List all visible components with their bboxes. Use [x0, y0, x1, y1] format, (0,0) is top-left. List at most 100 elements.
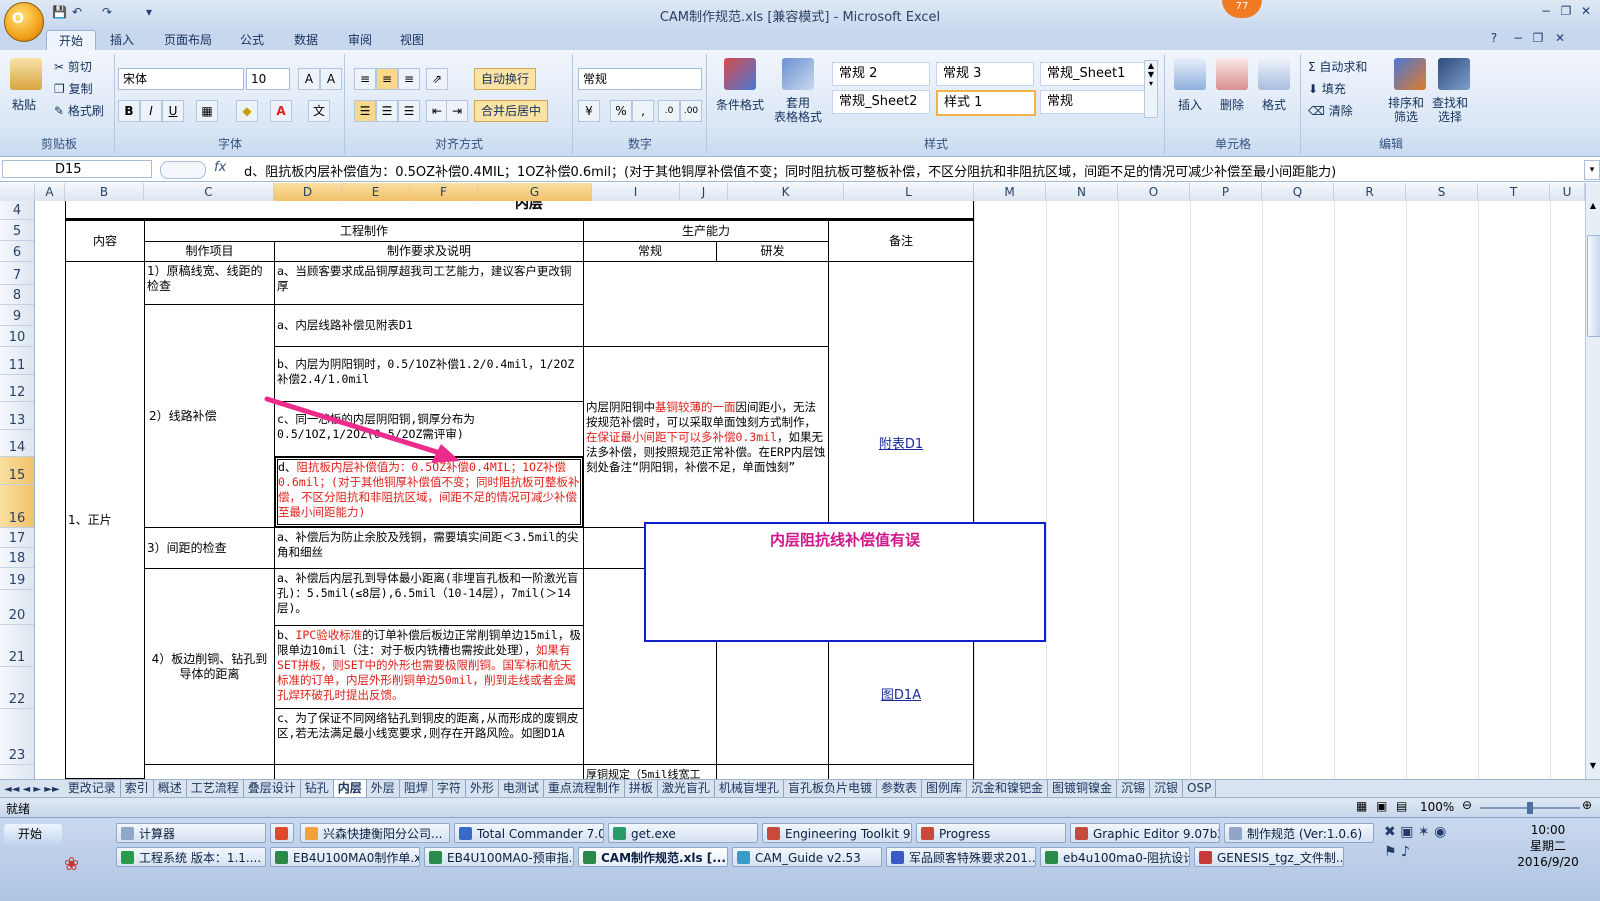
- cell-note-4[interactable]: 图D1A: [828, 626, 974, 765]
- name-box[interactable]: D15: [2, 160, 152, 178]
- qat-customize-icon[interactable]: ▾: [146, 5, 162, 21]
- task-engineering-toolkit[interactable]: Engineering Toolkit 9.0...: [762, 823, 912, 843]
- cell-req-2a[interactable]: a、内层线路补偿见附表D1: [274, 304, 584, 347]
- col-header-g[interactable]: G: [478, 183, 592, 201]
- header-content[interactable]: 内容: [65, 220, 145, 262]
- row-header-18[interactable]: 18: [0, 548, 34, 568]
- cell-cap-1[interactable]: [583, 261, 829, 347]
- format-cells-button[interactable]: 格式: [1262, 96, 1286, 113]
- insert-cells-button[interactable]: 插入: [1178, 96, 1202, 113]
- row-header-19[interactable]: 19: [0, 568, 34, 590]
- zoom-out-icon[interactable]: ⊖: [1462, 798, 1472, 812]
- task-calculator[interactable]: 计算器: [116, 823, 266, 843]
- col-header-u[interactable]: U: [1550, 183, 1585, 201]
- cell-positive[interactable]: 1、正片: [65, 261, 145, 779]
- orientation-icon[interactable]: ⇗: [426, 68, 448, 90]
- zoom-in-icon[interactable]: ⊕: [1582, 798, 1592, 812]
- col-header-s[interactable]: S: [1406, 183, 1478, 201]
- cell-req-5-partial[interactable]: [274, 764, 584, 779]
- align-top-icon[interactable]: ≡: [354, 68, 376, 90]
- sheet-tab-4[interactable]: 叠层设计: [244, 780, 301, 797]
- zoom-slider-thumb[interactable]: [1527, 802, 1533, 814]
- cut-button[interactable]: ✂ 剪切: [54, 58, 92, 75]
- table-format-icon[interactable]: [782, 58, 814, 90]
- sheet-tab-9[interactable]: 字符: [433, 780, 466, 797]
- format-painter-button[interactable]: ✎ 格式刷: [54, 102, 104, 119]
- task-excel-precheck[interactable]: EB4U100MA0-预审指...: [424, 847, 574, 867]
- find-select-button[interactable]: 查找和 选择: [1432, 96, 1468, 124]
- cell-item-4[interactable]: 4）板边削铜、钻孔到导体的距离: [144, 568, 275, 765]
- style-normal[interactable]: 常规: [1040, 90, 1146, 114]
- name-box-scroll[interactable]: [160, 161, 206, 179]
- col-header-n[interactable]: N: [1046, 183, 1118, 201]
- sheet-tab-21[interactable]: 沉锡: [1117, 780, 1151, 797]
- view-pagebreak-icon[interactable]: ▤: [1396, 799, 1407, 813]
- tab-insert[interactable]: 插入: [98, 30, 146, 50]
- cell-req-4c[interactable]: c、为了保证不同网络钻孔到铜皮的距离,从而形成的废铜皮区,若无法满足最小线宽要求…: [274, 708, 584, 765]
- paste-icon[interactable]: [10, 58, 42, 90]
- cell-note-5-partial[interactable]: [828, 764, 974, 779]
- italic-button[interactable]: I: [140, 100, 162, 122]
- phonetic-icon[interactable]: 文: [308, 100, 330, 122]
- find-select-icon[interactable]: [1438, 58, 1470, 90]
- tab-review[interactable]: 审阅: [336, 30, 384, 50]
- underline-button[interactable]: U: [162, 100, 184, 122]
- redo-icon[interactable]: ↷: [102, 5, 118, 21]
- row-header-4[interactable]: 4: [0, 201, 34, 220]
- sheet-tab-12[interactable]: 重点流程制作: [544, 780, 625, 797]
- delete-cells-button[interactable]: 删除: [1220, 96, 1244, 113]
- autosum-button[interactable]: Σ 自动求和: [1308, 58, 1367, 75]
- header-normal[interactable]: 常规: [583, 241, 717, 262]
- save-icon[interactable]: 💾: [52, 5, 68, 21]
- task-excel-order[interactable]: EB4U100MA0制作单.xl...: [270, 847, 420, 867]
- tray-security-icon[interactable]: ◉: [1434, 824, 1446, 840]
- cell-cap-5-partial[interactable]: 厚铜规定（5mil线宽工: [583, 764, 717, 779]
- decrease-indent-icon[interactable]: ⇤: [426, 100, 448, 122]
- row-header-5[interactable]: 5: [0, 220, 34, 241]
- row-header-13[interactable]: 13: [0, 402, 34, 430]
- col-header-t[interactable]: T: [1478, 183, 1550, 201]
- border-icon[interactable]: ▦: [196, 100, 218, 122]
- style-1[interactable]: 样式 1: [936, 90, 1036, 116]
- task-graphic-editor[interactable]: Graphic Editor 9.07b2 ...: [1070, 823, 1220, 843]
- cell-req-4a[interactable]: a、补偿后内层孔到导体最小距离(非埋盲孔板和一阶激光盲孔)：5.5mil(≤8层…: [274, 568, 584, 626]
- task-eng-system[interactable]: 工程系统 版本：1.1....: [116, 847, 266, 867]
- col-header-a[interactable]: A: [35, 183, 65, 201]
- font-size-select[interactable]: 10: [246, 68, 290, 90]
- wb-minimize-icon[interactable]: −: [1510, 31, 1526, 45]
- cell-item-3[interactable]: 3）间距的检查: [144, 527, 275, 569]
- fill-button[interactable]: ⬇ 填充: [1308, 80, 1346, 97]
- row-header-15[interactable]: 15: [0, 457, 34, 485]
- view-normal-icon[interactable]: ▦: [1356, 799, 1367, 813]
- delete-cells-icon[interactable]: [1216, 58, 1248, 90]
- task-cam-guide[interactable]: CAM_Guide v2.53: [732, 847, 882, 867]
- align-center-icon[interactable]: ☰: [376, 100, 398, 122]
- row-header-20[interactable]: 20: [0, 590, 34, 625]
- col-header-b[interactable]: B: [65, 183, 144, 201]
- cell-req-4b[interactable]: b、IPC验收标准的订单补偿后板边正常削铜单边15mil，极限单边10mil（注…: [274, 625, 584, 709]
- header-item[interactable]: 制作项目: [144, 241, 275, 262]
- row-header-7[interactable]: 7: [0, 262, 34, 285]
- comma-button[interactable]: ,: [632, 100, 654, 122]
- sheet-tab-15[interactable]: 机械盲埋孔: [715, 780, 784, 797]
- conditional-format-button[interactable]: 条件格式: [716, 96, 764, 113]
- row-header-21[interactable]: 21: [0, 625, 34, 667]
- number-format-select[interactable]: 常规: [578, 68, 702, 90]
- annotation-textbox[interactable]: 内层阻抗线补偿值有误: [644, 522, 1046, 642]
- currency-icon[interactable]: ¥: [578, 100, 600, 122]
- style-normal-sheet1[interactable]: 常规_Sheet1: [1040, 62, 1146, 86]
- view-layout-icon[interactable]: ▣: [1376, 799, 1387, 813]
- col-header-i[interactable]: I: [592, 183, 680, 201]
- tray-bluetooth-icon[interactable]: ✶: [1418, 824, 1430, 840]
- clock[interactable]: 10:00 星期二 2016/9/20: [1508, 822, 1588, 870]
- format-cells-icon[interactable]: [1258, 58, 1290, 90]
- tab-formulas[interactable]: 公式: [228, 30, 276, 50]
- font-color-icon[interactable]: A: [270, 100, 292, 122]
- sheet-tab-10[interactable]: 外形: [466, 780, 499, 797]
- header-rd[interactable]: 研发: [716, 241, 829, 262]
- sheet-tab-3[interactable]: 工艺流程: [187, 780, 244, 797]
- worksheet-grid[interactable]: 内层 内容 工程制作 制作项目 制作要求及说明 生产能力 常规 研发 备注 1、…: [35, 201, 1585, 779]
- row-header-10[interactable]: 10: [0, 326, 34, 347]
- align-middle-icon[interactable]: ≡: [376, 68, 398, 90]
- grow-font-icon[interactable]: A: [298, 68, 320, 90]
